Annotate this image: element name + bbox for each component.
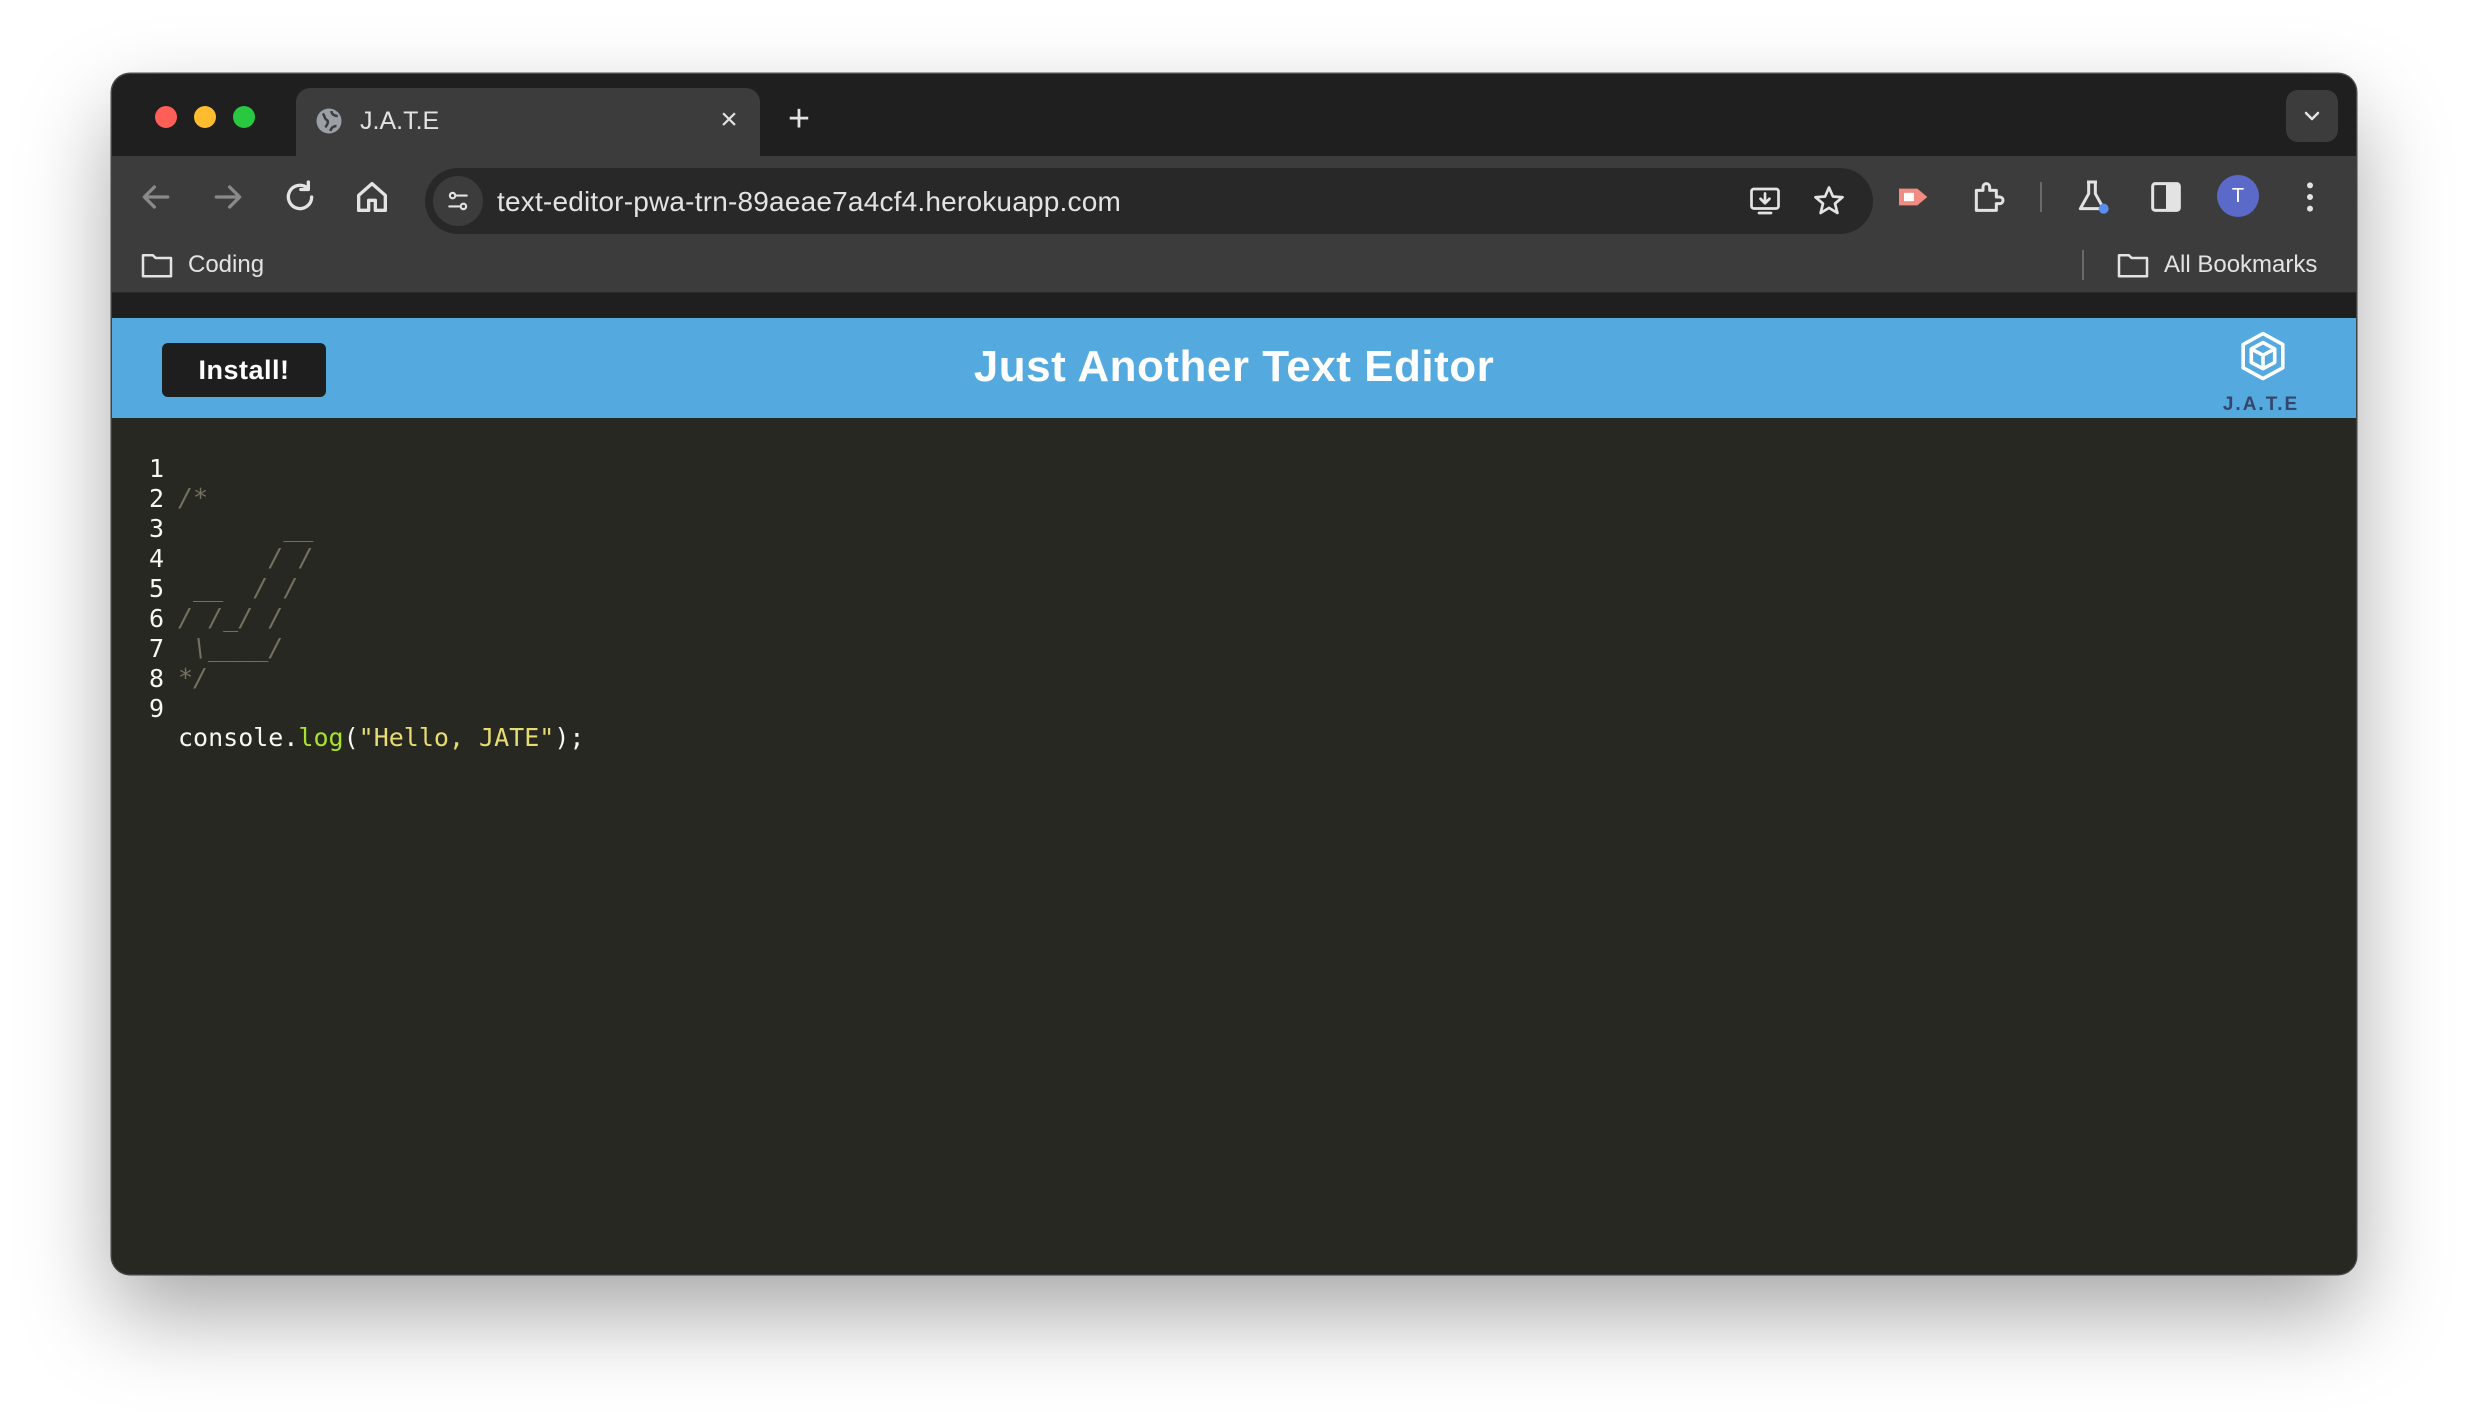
code-object: console. <box>178 723 299 752</box>
editor-line: 7 */ <box>112 605 2356 692</box>
site-info-button[interactable] <box>433 176 483 226</box>
screen-recorder-icon[interactable] <box>1894 177 1934 217</box>
all-bookmarks-label: All Bookmarks <box>2164 251 2318 278</box>
close-tab-icon[interactable]: × <box>714 105 744 135</box>
tab-search-button[interactable] <box>2286 90 2338 142</box>
folder-icon <box>141 253 173 278</box>
editor-line: 1 /* <box>112 425 2356 512</box>
code-paren-open: ( <box>343 723 359 752</box>
chevron-down-icon <box>2304 111 2320 121</box>
editor-line: 6 \____/ <box>112 575 2356 662</box>
all-bookmarks-button[interactable]: All Bookmarks <box>2116 248 2317 282</box>
editor-line: 8 <box>112 635 2356 693</box>
logo-hexagon-icon <box>2241 331 2285 381</box>
code-string: "Hello, JATE" <box>358 723 555 752</box>
forward-icon[interactable] <box>208 177 248 217</box>
globe-icon <box>316 108 342 134</box>
back-icon[interactable] <box>136 177 176 217</box>
tab-strip: J.A.T.E × + <box>112 74 2356 156</box>
page-content: Install! Just Another Text Editor J.A.T.… <box>112 318 2356 1274</box>
toolbar-divider <box>2040 182 2042 212</box>
tab-jate[interactable]: J.A.T.E × <box>296 88 760 156</box>
app-navbar: Install! Just Another Text Editor J.A.T.… <box>112 318 2356 418</box>
reload-icon[interactable] <box>280 177 320 217</box>
editor-line: 4 __ / / <box>112 515 2356 602</box>
home-icon[interactable] <box>352 177 392 217</box>
bookmark-label: Coding <box>188 251 265 278</box>
profile-avatar[interactable]: T <box>2217 175 2259 217</box>
browser-window: J.A.T.E × + text-editor-pwa-trn-89aeae7a… <box>112 74 2356 1274</box>
close-window-button[interactable] <box>155 106 177 128</box>
logo-text: J.A.T.E <box>2222 394 2300 415</box>
code-paren-close: ); <box>554 723 585 752</box>
bookmark-folder-coding[interactable]: Coding <box>140 248 264 282</box>
url-text: text-editor-pwa-trn-89aeae7a4cf4.herokua… <box>497 186 1121 217</box>
jate-logo: J.A.T.E <box>2216 330 2306 416</box>
editor-line: 9 console.log("Hello, JATE"); <box>112 665 2356 752</box>
line-code: console.log("Hello, JATE"); <box>178 723 584 752</box>
new-tab-button[interactable]: + <box>784 100 814 138</box>
bookmarks-divider <box>2082 250 2084 280</box>
code-editor[interactable]: 1 /* 2 __ 3 / / 4 __ / / 5 / /_/ / 6 \__… <box>112 418 2356 1274</box>
minimize-window-button[interactable] <box>194 106 216 128</box>
more-menu-icon[interactable] <box>2290 177 2330 217</box>
tune-icon <box>448 191 468 211</box>
install-app-icon[interactable] <box>1747 183 1783 219</box>
extensions-icon[interactable] <box>1968 177 2008 217</box>
editor-line: 2 __ <box>112 455 2356 542</box>
editor-line: 5 / /_/ / <box>112 545 2356 632</box>
browser-toolbar: text-editor-pwa-trn-89aeae7a4cf4.herokua… <box>112 156 2356 238</box>
labs-flask-icon[interactable] <box>2072 177 2112 217</box>
bookmarks-bar: Coding All Bookmarks <box>112 238 2356 293</box>
address-bar[interactable]: text-editor-pwa-trn-89aeae7a4cf4.herokua… <box>425 168 1873 234</box>
side-panel-icon[interactable] <box>2146 177 2186 217</box>
tab-title: J.A.T.E <box>360 107 440 135</box>
code-method: log <box>298 723 344 752</box>
editor-line: 3 / / <box>112 485 2356 572</box>
app-title: Just Another Text Editor <box>973 342 1495 391</box>
bookmark-star-icon[interactable] <box>1811 183 1847 219</box>
folder-icon <box>2117 253 2149 278</box>
maximize-window-button[interactable] <box>233 106 255 128</box>
line-number: 9 <box>148 694 164 723</box>
